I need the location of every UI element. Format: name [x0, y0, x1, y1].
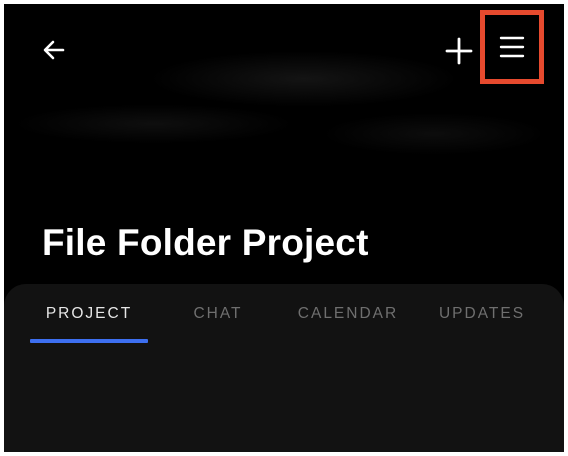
- add-button[interactable]: [442, 34, 476, 68]
- menu-button[interactable]: [480, 10, 544, 84]
- content-panel: PROJECT CHAT CALENDAR UPDATES: [4, 284, 564, 452]
- tab-project[interactable]: PROJECT: [30, 284, 148, 344]
- tab-updates[interactable]: UPDATES: [418, 284, 546, 344]
- back-button[interactable]: [38, 34, 70, 66]
- active-tab-indicator: [30, 339, 148, 343]
- tab-calendar[interactable]: CALENDAR: [286, 284, 410, 344]
- app-screen: File Folder Project PROJECT CHAT CALENDA…: [4, 4, 564, 452]
- project-title: File Folder Project: [42, 222, 369, 263]
- tab-bar: PROJECT CHAT CALENDAR UPDATES: [4, 284, 564, 346]
- plus-icon: [445, 37, 473, 65]
- tab-chat[interactable]: CHAT: [170, 284, 266, 344]
- hamburger-menu-icon: [499, 36, 525, 58]
- arrow-left-icon: [43, 40, 65, 60]
